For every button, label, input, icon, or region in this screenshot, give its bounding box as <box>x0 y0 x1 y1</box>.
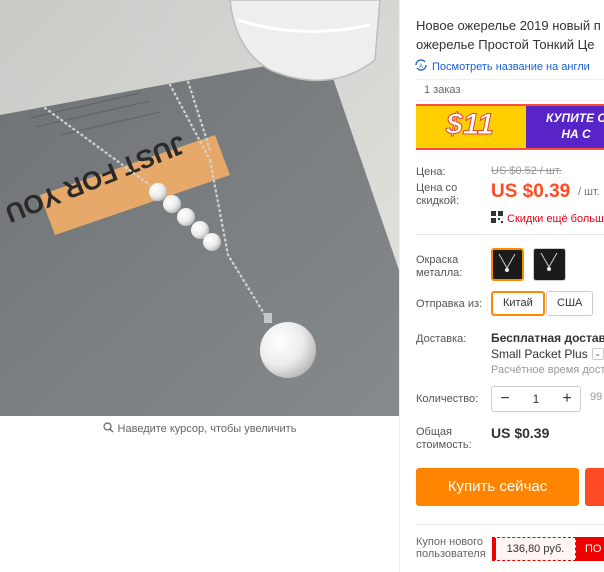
color-label: Окраска металла: <box>416 254 463 279</box>
total-label: Общая стоимость: <box>416 426 472 451</box>
divider <box>416 234 604 235</box>
coupon-label: Купон нового пользователя <box>416 536 490 560</box>
coupon-label-text: Купон нового пользователя <box>416 536 486 560</box>
buy-now-button[interactable]: Купить сейчас <box>416 468 579 506</box>
more-discounts-link[interactable]: Скидки ещё больш <box>491 211 604 226</box>
ship-from-label: Отправка из: <box>416 298 483 310</box>
necklace-thumb-icon <box>540 252 558 271</box>
necklace-thumb-icon <box>498 253 516 272</box>
quantity-minus-button[interactable]: − <box>492 390 518 408</box>
zoom-hint-text: Наведите курсор, чтобы увеличить <box>117 423 297 435</box>
product-title-line1: Новое ожерелье 2019 новый п <box>416 18 601 33</box>
quantity-input[interactable]: 1 <box>518 392 554 406</box>
translate-icon: A <box>414 59 428 74</box>
ship-from-usa[interactable]: США <box>546 291 594 316</box>
translate-link-text: Посмотреть название на англи <box>432 60 590 73</box>
product-title-line2: ожерелье Простой Тонкий Це <box>416 37 595 52</box>
total-value: US $0.39 <box>491 425 550 441</box>
product-info-panel: Новое ожерелье 2019 новый п ожерелье Про… <box>399 0 604 572</box>
orders-count: 1 заказ <box>416 79 604 101</box>
shipping-method: Small Packet Plus <box>491 347 588 361</box>
banner-promo-line1: КУПИТЕ С <box>546 111 604 125</box>
shipping-title: Бесплатная доставка <box>491 331 604 345</box>
shipping-time: Расчётное время дост <box>491 364 604 376</box>
necklace-photo: JUST FOR YOU <box>0 0 399 416</box>
price-unit: / шт. <box>578 186 600 198</box>
old-price: US $0.52 / шт. <box>491 165 562 177</box>
quantity-available: 99 <box>590 391 603 403</box>
price-label: Цена: <box>416 166 446 178</box>
discount-price-label: Цена со скидкой: <box>416 182 460 207</box>
magnifier-icon <box>102 422 114 436</box>
quantity-label: Количество: <box>416 393 479 405</box>
translate-link[interactable]: A Посмотреть название на англи <box>414 59 590 74</box>
add-to-cart-button[interactable] <box>585 468 604 506</box>
product-image[interactable]: JUST FOR YOU <box>0 0 399 416</box>
divider <box>416 524 604 525</box>
banner-amount: $11 <box>446 108 495 142</box>
ship-from-china[interactable]: Китай <box>491 291 545 316</box>
product-title: Новое ожерелье 2019 новый п ожерелье Про… <box>416 16 604 54</box>
promo-banner[interactable]: $11 КУПИТЕ С НА С <box>416 104 604 150</box>
zoom-hint: Наведите курсор, чтобы увеличить <box>0 422 399 436</box>
color-swatch-2[interactable] <box>533 248 566 281</box>
banner-promo-text: КУПИТЕ С НА С <box>546 110 604 142</box>
more-discounts-text: Скидки ещё больш <box>507 212 604 225</box>
quantity-plus-button[interactable]: + <box>554 390 580 408</box>
quantity-stepper: − 1 + <box>491 386 581 412</box>
svg-text:A: A <box>419 64 423 70</box>
qr-code-icon <box>491 211 503 226</box>
coupon-value: 136,80 руб. <box>492 537 576 561</box>
banner-promo-line2: НА С <box>561 127 591 141</box>
discount-price: US $0.39 <box>491 181 571 202</box>
color-swatch-1[interactable] <box>491 248 524 281</box>
shipping-method-select[interactable]: Small Packet Plus ⌄ <box>491 347 604 361</box>
get-coupon-button[interactable]: ПО <box>576 537 604 561</box>
chevron-down-icon: ⌄ <box>591 348 604 360</box>
shipping-label: Доставка: <box>416 333 467 345</box>
